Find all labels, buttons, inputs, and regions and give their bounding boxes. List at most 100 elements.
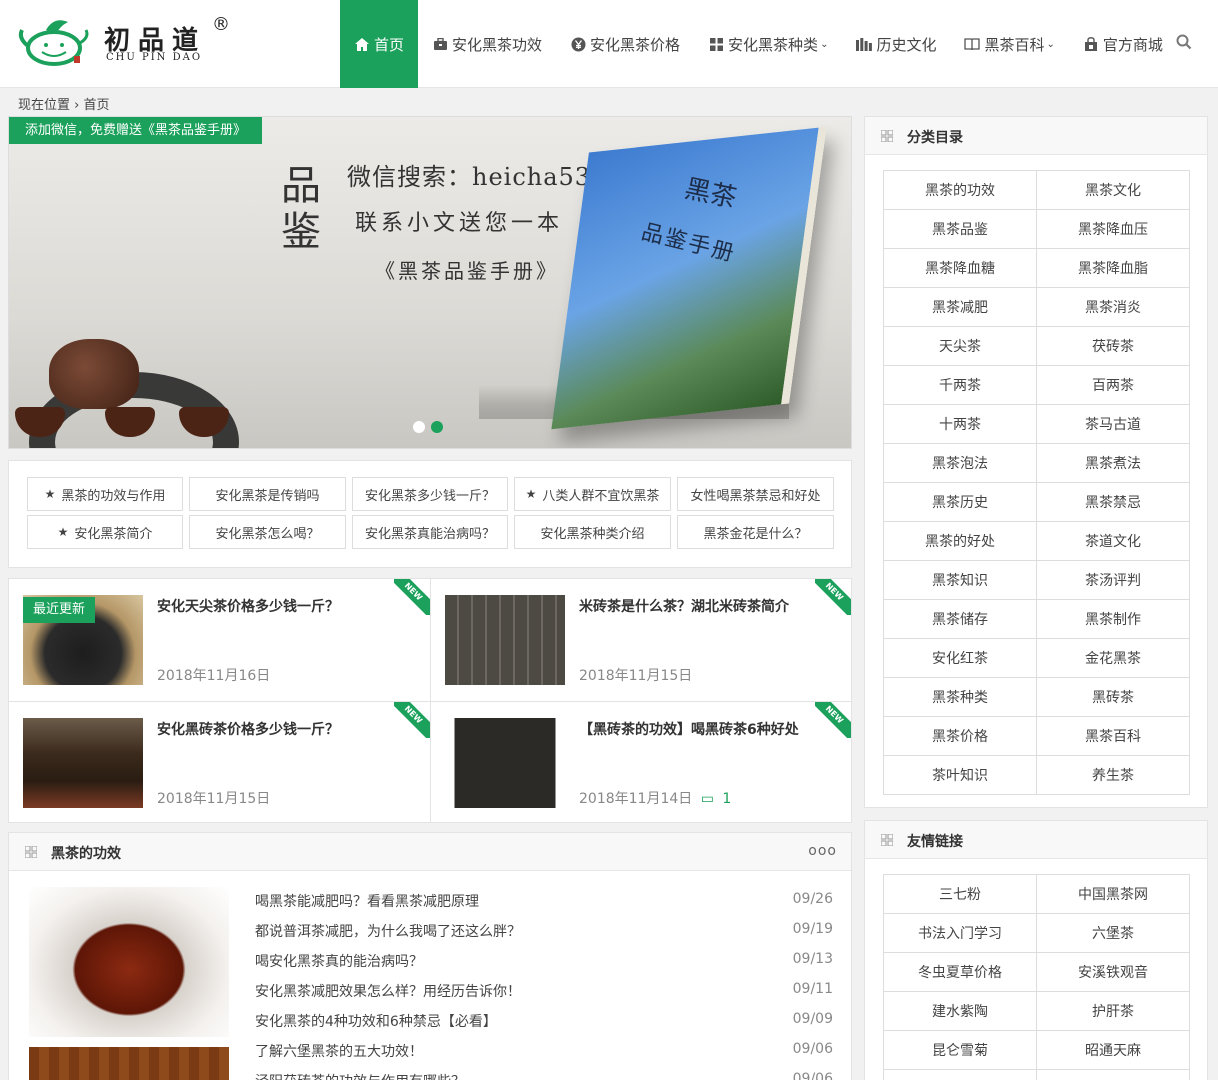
post-title[interactable]: 【黑砖茶的功效】喝黑砖茶6种好处 <box>579 720 837 740</box>
category-link[interactable]: 黑茶文化 <box>1037 171 1190 210</box>
list-item[interactable]: 泾阳茯砖茶的功效与作用有哪些？ 09/06 <box>255 1071 833 1080</box>
post-card[interactable]: 【黑砖茶的功效】喝黑砖茶6种好处 2018年11月14日 ▭ 1 NEW <box>430 701 851 823</box>
carousel-dot-active[interactable] <box>431 421 443 433</box>
category-link[interactable]: 茶叶知识 <box>884 756 1037 795</box>
category-link[interactable]: 黑茶的功效 <box>884 171 1037 210</box>
tag-link[interactable]: 安化黑茶多少钱一斤？ <box>352 477 508 511</box>
list-item-title[interactable]: 泾阳茯砖茶的功效与作用有哪些？ <box>255 1071 465 1080</box>
nav-item-home[interactable]: 首页 <box>340 0 419 88</box>
category-link[interactable]: 黑茶禁忌 <box>1037 483 1190 522</box>
category-link[interactable]: 茯砖茶 <box>1037 327 1190 366</box>
tea-brick-image[interactable] <box>29 1047 229 1080</box>
list-item-title[interactable]: 了解六堡黑茶的五大功效！ <box>255 1041 423 1071</box>
breadcrumb-home-link[interactable]: 首页 <box>84 98 110 113</box>
tag-link[interactable]: 安化黑茶种类介绍 <box>514 515 671 549</box>
nav-item-efficacy[interactable]: 安化黑茶功效 <box>418 0 556 88</box>
list-item[interactable]: 安化黑茶减肥效果怎么样？用经历告诉你！ 09/11 <box>255 981 833 1011</box>
list-item-title[interactable]: 安化黑茶减肥效果怎么样？用经历告诉你！ <box>255 981 521 1011</box>
category-link[interactable]: 十两茶 <box>884 405 1037 444</box>
friend-link[interactable]: 三七粉 <box>884 875 1037 914</box>
category-link[interactable]: 黑茶减肥 <box>884 288 1037 327</box>
list-item[interactable]: 安化黑茶的4种功效和6种禁忌【必看】 09/09 <box>255 1011 833 1041</box>
post-title[interactable]: 安化黑砖茶价格多少钱一斤？ <box>157 720 415 740</box>
post-thumbnail[interactable] <box>23 718 143 808</box>
category-link[interactable]: 黑茶储存 <box>884 600 1037 639</box>
category-link[interactable]: 茶马古道 <box>1037 405 1190 444</box>
search-button[interactable] <box>1176 34 1196 54</box>
chevron-down-icon: ⌄ <box>1046 38 1055 50</box>
post-thumbnail[interactable] <box>445 718 565 808</box>
post-card[interactable]: 最近更新 安化天尖茶价格多少钱一斤？ 2018年11月16日 NEW <box>9 579 430 701</box>
nav-item-shop[interactable]: 官方商城 <box>1069 0 1177 88</box>
nav-item-price[interactable]: 安化黑茶价格 <box>556 0 694 88</box>
nav-item-encyclopedia[interactable]: 黑茶百科 ⌄ <box>950 0 1068 88</box>
list-item-title[interactable]: 喝黑茶能减肥吗？看看黑茶减肥原理 <box>255 891 479 921</box>
tag-link[interactable]: ★ 黑茶的功效与作用 <box>27 477 183 511</box>
category-link[interactable]: 黑茶历史 <box>884 483 1037 522</box>
friend-link <box>1037 1070 1190 1080</box>
tag-link[interactable]: 安化黑茶是传销吗 <box>189 477 346 511</box>
category-link[interactable]: 黑茶泡法 <box>884 444 1037 483</box>
category-link[interactable]: 黑茶知识 <box>884 561 1037 600</box>
tag-link[interactable]: 女性喝黑茶禁忌和好处 <box>677 477 834 511</box>
friend-link[interactable]: 冬虫夏草价格 <box>884 953 1037 992</box>
list-item-title[interactable]: 都说普洱茶减肥，为什么我喝了还这么胖？ <box>255 921 521 951</box>
category-link[interactable]: 天尖茶 <box>884 327 1037 366</box>
comment-count[interactable]: 1 <box>722 791 731 807</box>
nav-item-types[interactable]: 安化黑茶种类 ⌄ <box>694 0 842 88</box>
category-link[interactable]: 黑砖茶 <box>1037 678 1190 717</box>
friend-link[interactable]: 安溪铁观音 <box>1037 953 1190 992</box>
friend-link[interactable]: 中国黑茶网 <box>1037 875 1190 914</box>
category-link[interactable]: 养生茶 <box>1037 756 1190 795</box>
category-link[interactable]: 黑茶降血压 <box>1037 210 1190 249</box>
comment-icon[interactable]: ▭ <box>696 791 718 807</box>
list-item[interactable]: 喝黑茶能减肥吗？看看黑茶减肥原理 09/26 <box>255 891 833 921</box>
category-link[interactable]: 黑茶品鉴 <box>884 210 1037 249</box>
tag-link[interactable]: ★ 安化黑茶简介 <box>27 515 183 549</box>
banner-carousel[interactable]: 品鉴 微信搜索：heicha53 联系小文送您一本 《黑茶品鉴手册》 黑茶 品鉴… <box>8 116 852 449</box>
list-item-title[interactable]: 安化黑茶的4种功效和6种禁忌【必看】 <box>255 1011 497 1041</box>
carousel-dot[interactable] <box>413 421 425 433</box>
list-item[interactable]: 喝安化黑茶真的能治病吗？ 09/13 <box>255 951 833 981</box>
category-link[interactable]: 黑茶降血糖 <box>884 249 1037 288</box>
friend-link[interactable]: 昭通天麻 <box>1037 1031 1190 1070</box>
banner-promo-tag[interactable]: 添加微信，免费赠送《黑茶品鉴手册》 <box>9 117 263 144</box>
more-link[interactable]: ooo <box>808 843 837 859</box>
category-link[interactable]: 千两茶 <box>884 366 1037 405</box>
post-card[interactable]: 米砖茶是什么茶？湖北米砖茶简介 2018年11月15日 NEW <box>430 579 851 701</box>
tag-link[interactable]: 安化黑茶真能治病吗？ <box>352 515 508 549</box>
category-link[interactable]: 黑茶降血脂 <box>1037 249 1190 288</box>
category-link[interactable]: 百两茶 <box>1037 366 1190 405</box>
category-link[interactable]: 茶汤评判 <box>1037 561 1190 600</box>
category-link[interactable]: 安化红茶 <box>884 639 1037 678</box>
nav-item-history[interactable]: 历史文化 <box>842 0 950 88</box>
tea-cup-image[interactable] <box>29 887 229 1037</box>
category-link[interactable]: 黑茶百科 <box>1037 717 1190 756</box>
friend-link[interactable]: 建水紫陶 <box>884 992 1037 1031</box>
chevron-down-icon: ⌄ <box>820 38 829 50</box>
category-link[interactable]: 黑茶价格 <box>884 717 1037 756</box>
friend-link[interactable]: 护肝茶 <box>1037 992 1190 1031</box>
post-thumbnail[interactable] <box>445 595 565 685</box>
tag-link[interactable]: ★ 八类人群不宜饮黑茶 <box>514 477 671 511</box>
category-link[interactable]: 黑茶煮法 <box>1037 444 1190 483</box>
list-item[interactable]: 都说普洱茶减肥，为什么我喝了还这么胖？ 09/19 <box>255 921 833 951</box>
category-link[interactable]: 黑茶制作 <box>1037 600 1190 639</box>
site-logo[interactable]: 初品道 ® CHU PIN DAO <box>16 14 246 70</box>
friend-link[interactable]: 昆仑雪菊 <box>884 1031 1037 1070</box>
category-link[interactable]: 黑茶的好处 <box>884 522 1037 561</box>
category-link[interactable]: 茶道文化 <box>1037 522 1190 561</box>
post-title[interactable]: 米砖茶是什么茶？湖北米砖茶简介 <box>579 597 837 617</box>
post-title[interactable]: 安化天尖茶价格多少钱一斤？ <box>157 597 415 617</box>
banner-line-2: 联系小文送您一本 <box>355 211 564 236</box>
tag-link[interactable]: 安化黑茶怎么喝？ <box>189 515 346 549</box>
category-link[interactable]: 金花黑茶 <box>1037 639 1190 678</box>
tag-link[interactable]: 黑茶金花是什么？ <box>677 515 834 549</box>
friend-link[interactable]: 书法入门学习 <box>884 914 1037 953</box>
post-card[interactable]: 安化黑砖茶价格多少钱一斤？ 2018年11月15日 NEW <box>9 701 430 823</box>
category-link[interactable]: 黑茶种类 <box>884 678 1037 717</box>
list-item[interactable]: 了解六堡黑茶的五大功效！ 09/06 <box>255 1041 833 1071</box>
category-link[interactable]: 黑茶消炎 <box>1037 288 1190 327</box>
friend-link[interactable]: 六堡茶 <box>1037 914 1190 953</box>
list-item-title[interactable]: 喝安化黑茶真的能治病吗？ <box>255 951 423 981</box>
